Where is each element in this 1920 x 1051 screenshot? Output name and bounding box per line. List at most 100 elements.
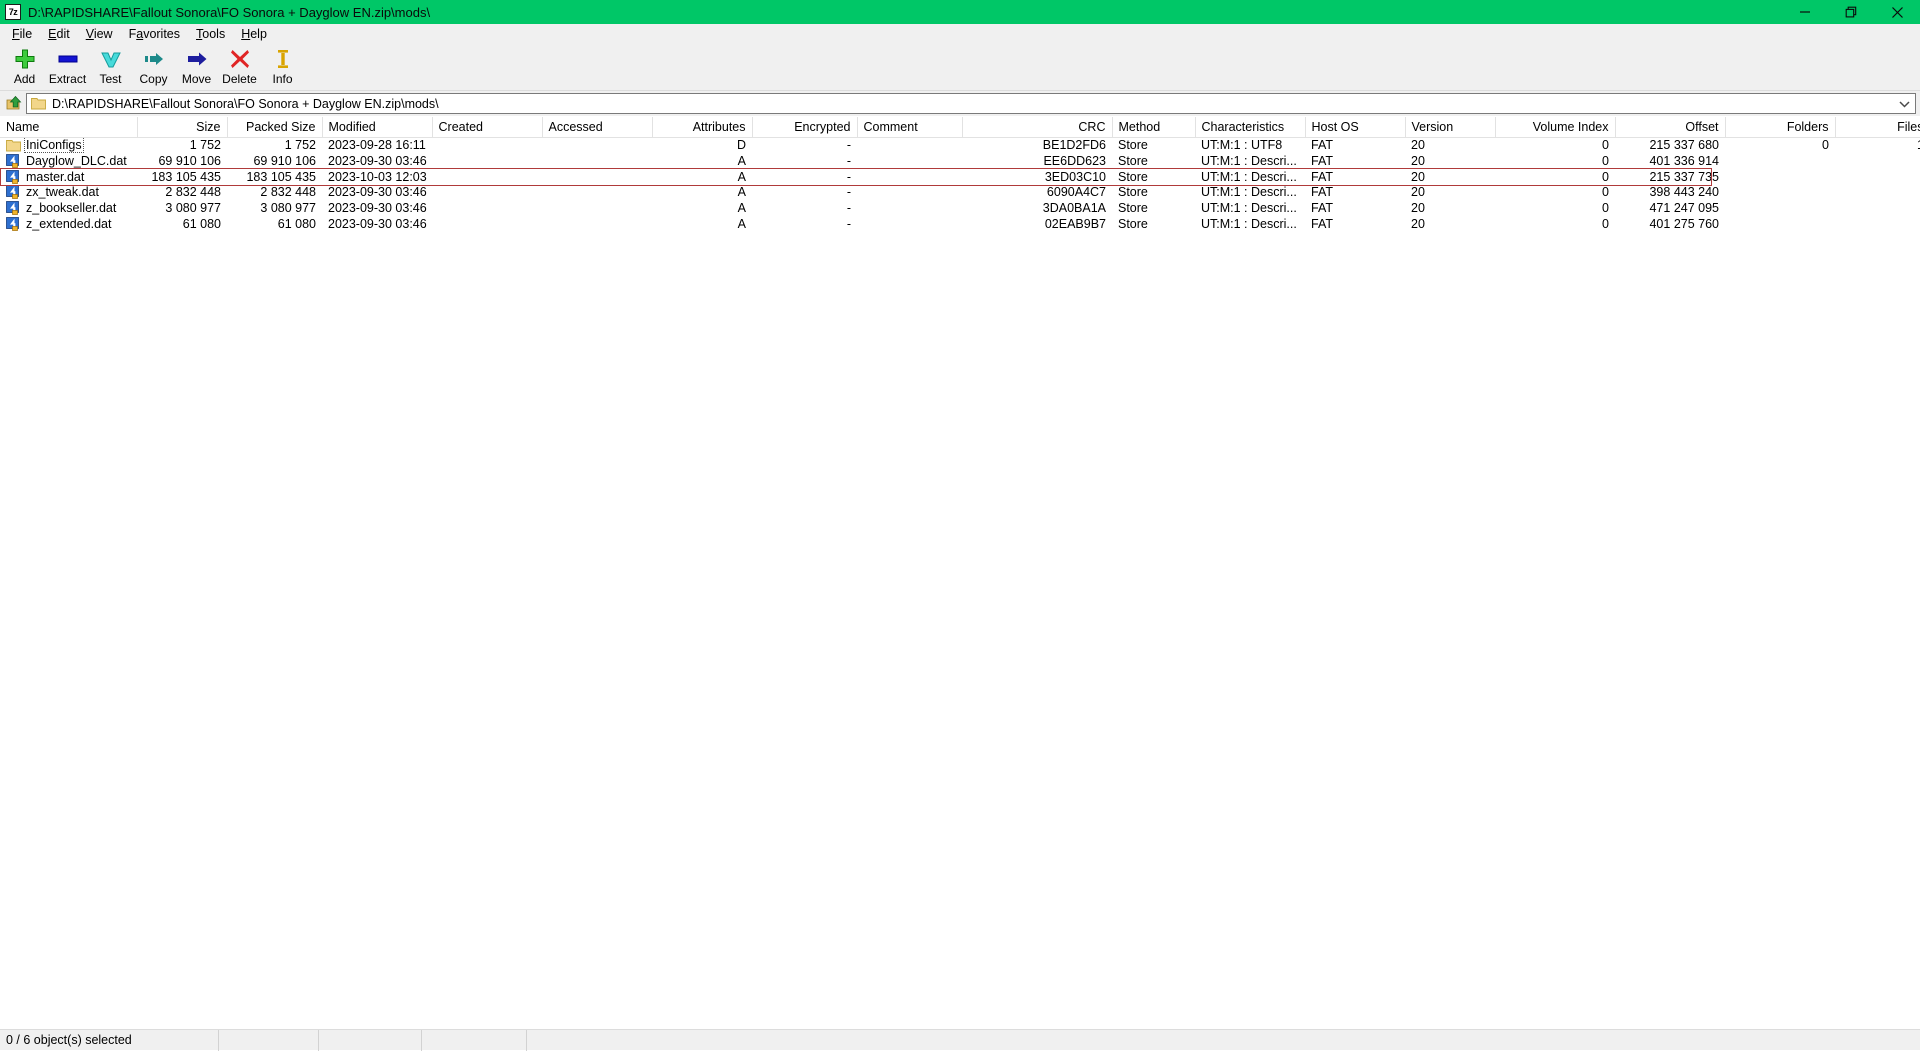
cell-name: master.dat (0, 169, 137, 185)
toolbar-delete-button[interactable]: Delete (218, 46, 261, 90)
cell-hostos: FAT (1305, 200, 1405, 216)
file-name-text: IniConfigs (25, 138, 83, 152)
cell-files: 1 (1835, 137, 1920, 153)
menu-favorites[interactable]: Favorites (121, 25, 188, 43)
table-row[interactable]: Dayglow_DLC.dat69 910 10669 910 1062023-… (0, 153, 1920, 169)
cell-volindex: 0 (1495, 185, 1615, 201)
table-row[interactable]: zx_tweak.dat2 832 4482 832 4482023-09-30… (0, 185, 1920, 201)
cell-name: zx_tweak.dat (0, 185, 137, 201)
column-header-offset[interactable]: Offset (1615, 117, 1725, 137)
cell-method: Store (1112, 153, 1195, 169)
toolbar-test-button[interactable]: Test (89, 46, 132, 90)
table-row[interactable]: master.dat183 105 435183 105 4352023-10-… (0, 169, 1920, 185)
cell-created (432, 216, 542, 232)
cell-packed: 2 832 448 (227, 185, 322, 201)
toolbar-delete-label: Delete (222, 73, 257, 86)
toolbar-info-button[interactable]: Info (261, 46, 304, 90)
chevron-down-icon[interactable] (1896, 94, 1912, 113)
cell-created (432, 153, 542, 169)
close-button[interactable] (1874, 0, 1920, 24)
cell-attributes: D (652, 137, 752, 153)
cell-size: 1 752 (137, 137, 227, 153)
cell-encrypted: - (752, 200, 857, 216)
table-row[interactable]: z_bookseller.dat3 080 9773 080 9772023-0… (0, 200, 1920, 216)
toolbar-copy-label: Copy (139, 73, 167, 86)
status-bar: 0 / 6 object(s) selected (0, 1029, 1920, 1050)
up-folder-icon[interactable] (2, 93, 26, 115)
title-bar: 7z D:\RAPIDSHARE\Fallout Sonora\FO Sonor… (0, 0, 1920, 24)
column-header-volindex[interactable]: Volume Index (1495, 117, 1615, 137)
column-header-encrypted[interactable]: Encrypted (752, 117, 857, 137)
cell-attributes: A (652, 169, 752, 185)
cell-files (1835, 169, 1920, 185)
column-header-crc[interactable]: CRC (962, 117, 1112, 137)
column-header-folders[interactable]: Folders (1725, 117, 1835, 137)
menu-view[interactable]: View (78, 25, 121, 43)
minimize-button[interactable] (1782, 0, 1828, 24)
toolbar-copy-button[interactable]: Copy (132, 46, 175, 90)
cell-method: Store (1112, 137, 1195, 153)
cell-volindex: 0 (1495, 153, 1615, 169)
column-header-hostos[interactable]: Host OS (1305, 117, 1405, 137)
cell-accessed (542, 137, 652, 153)
address-combo[interactable]: D:\RAPIDSHARE\Fallout Sonora\FO Sonora +… (26, 93, 1916, 114)
chevron-down-icon (100, 46, 122, 72)
cell-crc: 02EAB9B7 (962, 216, 1112, 232)
delete-x-icon (229, 46, 251, 72)
cell-files (1835, 216, 1920, 232)
column-header-version[interactable]: Version (1405, 117, 1495, 137)
cell-comment (857, 137, 962, 153)
column-header-files[interactable]: Files (1835, 117, 1920, 137)
menu-help[interactable]: Help (233, 25, 275, 43)
cell-name: z_bookseller.dat (0, 200, 137, 216)
column-header-created[interactable]: Created (432, 117, 542, 137)
file-list-view[interactable]: NameSizePacked SizeModifiedCreatedAccess… (0, 117, 1920, 1029)
window-controls (1782, 0, 1920, 24)
dat-file-icon (6, 185, 21, 199)
toolbar-move-button[interactable]: Move (175, 46, 218, 90)
column-header-packed[interactable]: Packed Size (227, 117, 322, 137)
menu-tools[interactable]: Tools (188, 25, 233, 43)
window-title: D:\RAPIDSHARE\Fallout Sonora\FO Sonora +… (28, 5, 430, 20)
cell-crc: EE6DD623 (962, 153, 1112, 169)
cell-encrypted: - (752, 216, 857, 232)
cell-attributes: A (652, 200, 752, 216)
toolbar-info-label: Info (272, 73, 292, 86)
cell-crc: 3ED03C10 (962, 169, 1112, 185)
cell-accessed (542, 200, 652, 216)
cell-modified: 2023-09-30 03:46 (322, 153, 432, 169)
column-header-accessed[interactable]: Accessed (542, 117, 652, 137)
column-header-name[interactable]: Name (0, 117, 137, 137)
toolbar: Add Extract Test Copy (0, 44, 1920, 91)
menu-edit[interactable]: Edit (40, 25, 78, 43)
column-header-method[interactable]: Method (1112, 117, 1195, 137)
cell-attributes: A (652, 153, 752, 169)
dat-file-icon (6, 154, 21, 168)
column-header-size[interactable]: Size (137, 117, 227, 137)
toolbar-extract-button[interactable]: Extract (46, 46, 89, 90)
restore-button[interactable] (1828, 0, 1874, 24)
cell-hostos: FAT (1305, 169, 1405, 185)
status-pane-3 (319, 1030, 422, 1051)
column-header-comment[interactable]: Comment (857, 117, 962, 137)
cell-files (1835, 200, 1920, 216)
table-row[interactable]: IniConfigs1 7521 7522023-09-28 16:11D-BE… (0, 137, 1920, 153)
cell-method: Store (1112, 169, 1195, 185)
cell-comment (857, 185, 962, 201)
cell-hostos: FAT (1305, 185, 1405, 201)
column-header-attributes[interactable]: Attributes (652, 117, 752, 137)
toolbar-add-button[interactable]: Add (3, 46, 46, 90)
menu-file[interactable]: File (4, 25, 40, 43)
cell-crc: 3DA0BA1A (962, 200, 1112, 216)
table-row[interactable]: z_extended.dat61 08061 0802023-09-30 03:… (0, 216, 1920, 232)
address-bar: D:\RAPIDSHARE\Fallout Sonora\FO Sonora +… (0, 91, 1920, 116)
cell-version: 20 (1405, 169, 1495, 185)
cell-folders (1725, 200, 1835, 216)
cell-name: z_extended.dat (0, 216, 137, 232)
column-header-modified[interactable]: Modified (322, 117, 432, 137)
column-header-chars[interactable]: Characteristics (1195, 117, 1305, 137)
cell-chars: UT:M:1 : Descri... (1195, 153, 1305, 169)
cell-method: Store (1112, 200, 1195, 216)
cell-encrypted: - (752, 185, 857, 201)
cell-comment (857, 169, 962, 185)
